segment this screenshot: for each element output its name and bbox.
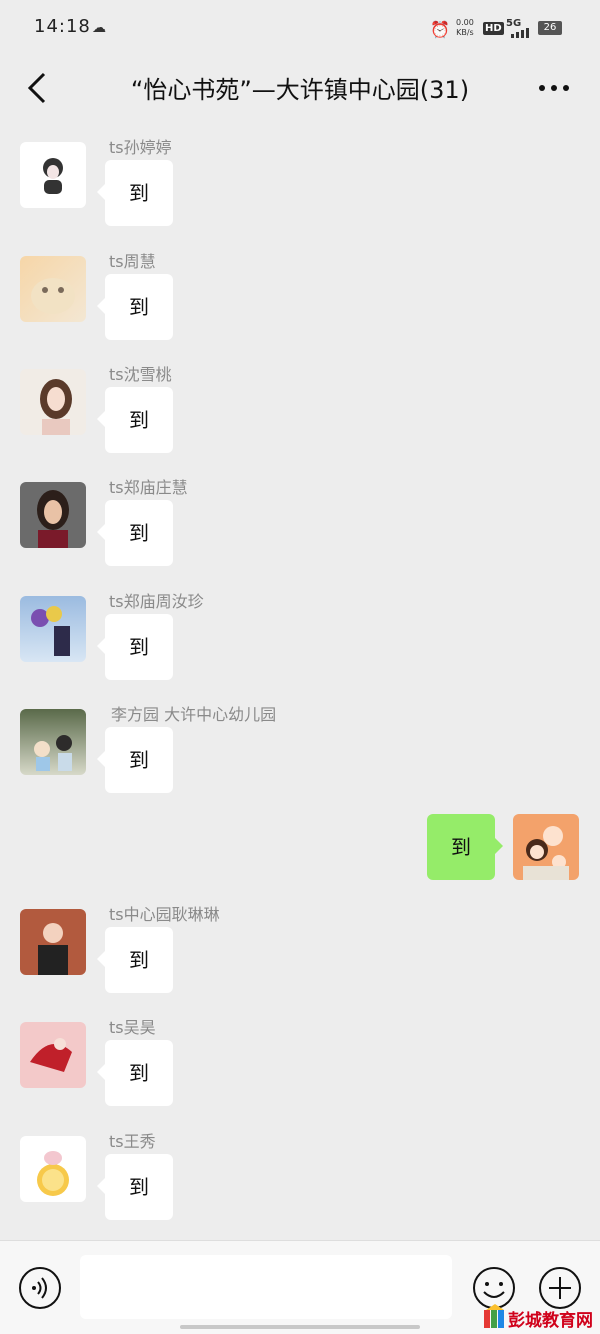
message-bubble[interactable]: 到 xyxy=(97,1154,173,1220)
avatar[interactable] xyxy=(20,482,86,548)
signal-icon xyxy=(511,28,529,38)
message-bubble[interactable]: 到 xyxy=(97,500,173,566)
message-bubble[interactable]: 到 xyxy=(97,387,173,453)
avatar[interactable] xyxy=(20,596,86,662)
watermark-logo-icon xyxy=(484,1304,504,1328)
sender-name: 李方园 大许中心幼儿园 xyxy=(111,705,277,724)
message-bubble[interactable]: 到 xyxy=(97,160,173,226)
message-bubble[interactable]: 到 xyxy=(97,927,173,993)
avatar[interactable] xyxy=(20,1022,86,1088)
hd-badge: HD xyxy=(483,22,504,35)
home-indicator[interactable] xyxy=(180,1325,420,1329)
avatar[interactable] xyxy=(20,709,86,775)
sender-name: ts郑庙庄慧 xyxy=(109,478,188,497)
sender-name: ts孙婷婷 xyxy=(109,138,172,157)
more-icon[interactable] xyxy=(534,70,574,106)
battery-icon: 26 xyxy=(538,21,562,35)
avatar[interactable] xyxy=(20,369,86,435)
chat-header: “怡心书苑”—大许镇中心园(31) xyxy=(0,56,600,126)
message-bubble[interactable]: 到 xyxy=(97,727,173,793)
avatar[interactable] xyxy=(20,1136,86,1202)
status-bar: 14:18 ☁ ⏰ 0.00 KB/s HD 5G 26 xyxy=(0,0,600,56)
watermark-text: 彭城教育网 xyxy=(508,1311,593,1331)
watermark: 彭城教育网 xyxy=(480,1302,600,1332)
sender-name: ts中心园耿琳琳 xyxy=(109,905,220,924)
sender-name: ts郑庙周汝珍 xyxy=(109,592,204,611)
message-bubble[interactable]: 到 xyxy=(97,274,173,340)
avatar-self[interactable] xyxy=(513,814,579,880)
sender-name: ts王秀 xyxy=(109,1132,156,1151)
back-icon[interactable] xyxy=(24,70,54,106)
sender-name: ts周慧 xyxy=(109,252,156,271)
avatar[interactable] xyxy=(20,142,86,208)
alarm-icon: ⏰ xyxy=(430,20,450,39)
message-input[interactable] xyxy=(80,1255,452,1319)
status-time: 14:18 xyxy=(34,16,91,37)
avatar[interactable] xyxy=(20,256,86,322)
message-bubble[interactable]: 到 xyxy=(97,614,173,680)
net-speed: 0.00 KB/s xyxy=(456,18,474,37)
message-bubble-self[interactable]: 到 xyxy=(427,814,503,880)
message-bubble[interactable]: 到 xyxy=(97,1040,173,1106)
avatar[interactable] xyxy=(20,909,86,975)
chat-title: “怡心书苑”—大许镇中心园(31) xyxy=(130,76,470,104)
voice-icon[interactable] xyxy=(18,1266,62,1310)
sender-name: ts吴昊 xyxy=(109,1018,156,1037)
sender-name: ts沈雪桃 xyxy=(109,365,172,384)
cloud-icon: ☁ xyxy=(92,20,106,36)
